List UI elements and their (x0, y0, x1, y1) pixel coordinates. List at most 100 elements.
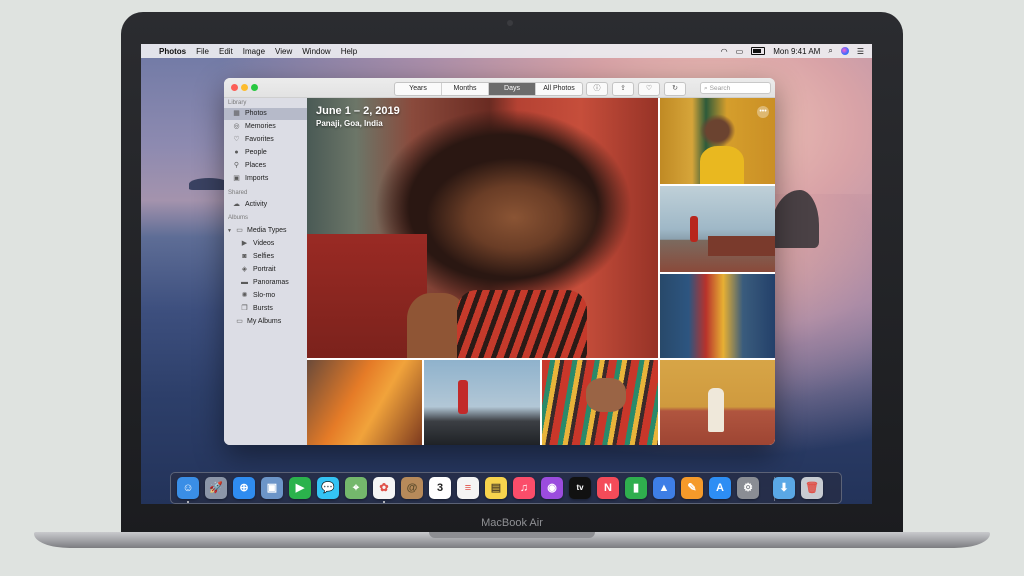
more-options-icon[interactable]: ••• (757, 106, 769, 118)
rotate-button[interactable]: ↻ (664, 82, 686, 96)
dock-calendar-icon[interactable]: 3 (429, 477, 451, 499)
notification-center-icon[interactable]: ☰ (857, 47, 864, 56)
dock-notes-icon[interactable]: ▤ (485, 477, 507, 499)
share-icon: ⇪ (620, 85, 626, 92)
wifi-icon[interactable]: ◠ (721, 47, 728, 56)
sidebar-item-memories[interactable]: ◎ Memories (224, 121, 307, 133)
photo-detail (690, 216, 698, 242)
sidebar-item-media-types[interactable]: ▼ ▭ Media Types (224, 225, 307, 237)
photos-window: Years Months Days All Photos ⓘ ⇪ ♡ ↻ ⌕ Se… (224, 78, 775, 445)
tab-months[interactable]: Months (442, 83, 489, 95)
dock-facetime-icon[interactable]: ▶ (289, 477, 311, 499)
close-window-button[interactable] (231, 84, 238, 91)
sidebar-item-label: Places (245, 162, 267, 169)
photo-thumbnail[interactable] (660, 360, 775, 445)
battery-icon[interactable] (751, 47, 766, 55)
dock-preview-icon[interactable]: ▣ (261, 477, 283, 499)
sidebar-item-people[interactable]: ● People (224, 147, 307, 159)
dock-system-preferences-icon[interactable]: ⚙ (737, 477, 759, 499)
sidebar-item-favorites[interactable]: ♡ Favorites (224, 134, 307, 146)
photo-detail (708, 236, 775, 256)
siri-icon[interactable] (840, 47, 849, 55)
menu-window[interactable]: Window (302, 47, 330, 56)
sidebar-item-label: Memories (245, 123, 276, 130)
camera-icon (507, 20, 513, 26)
menu-help[interactable]: Help (341, 47, 357, 56)
dock-numbers-icon[interactable]: ▮ (625, 477, 647, 499)
search-icon: ⌕ (704, 85, 708, 92)
dock-running-indicator (383, 501, 385, 503)
menu-image[interactable]: Image (243, 47, 265, 56)
zoom-window-button[interactable] (251, 84, 258, 91)
info-button[interactable]: ⓘ (586, 82, 608, 96)
sidebar-header-library: Library (228, 100, 247, 106)
favorite-button[interactable]: ♡ (638, 82, 660, 96)
device-label: MacBook Air (481, 517, 543, 529)
sidebar-item-label: Bursts (253, 305, 273, 312)
sidebar-item-videos[interactable]: ▶ Videos (224, 238, 307, 250)
share-button[interactable]: ⇪ (612, 82, 634, 96)
tab-years[interactable]: Years (395, 83, 442, 95)
sidebar-item-slo-mo[interactable]: ✺ Slo-mo (224, 290, 307, 302)
photo-thumbnail[interactable] (542, 360, 658, 445)
photo-thumbnail[interactable] (660, 186, 775, 272)
sidebar-item-label: Photos (245, 110, 267, 117)
photo-detail (457, 290, 587, 358)
photo-thumbnail[interactable] (307, 360, 422, 445)
search-placeholder: Search (709, 85, 731, 92)
minimize-window-button[interactable] (241, 84, 248, 91)
dock-maps-icon[interactable]: ⌖ (345, 477, 367, 499)
dock-downloads-icon[interactable]: ⬇ (773, 477, 795, 499)
search-field[interactable]: ⌕ Search (700, 82, 771, 94)
dock-reminders-icon[interactable]: ≡ (457, 477, 479, 499)
disclosure-triangle-icon[interactable]: ▼ (227, 225, 232, 237)
airplay-icon[interactable]: ▭ (736, 47, 744, 56)
sidebar-item-activity[interactable]: ☁ Activity (224, 199, 307, 211)
clock[interactable]: Mon 9:41 AM (773, 47, 820, 56)
photo-grid: June 1 – 2, 2019 Panaji, Goa, India ••• (307, 98, 775, 445)
heart-icon: ♡ (645, 85, 653, 92)
tab-all-photos[interactable]: All Photos (536, 83, 582, 95)
sidebar-item-my-albums[interactable]: ▭ My Albums (224, 316, 307, 328)
dock-running-indicator (187, 501, 189, 503)
sidebar-item-label: Imports (245, 175, 269, 182)
wallpaper-island-small (189, 178, 229, 190)
photo-thumbnail[interactable] (424, 360, 540, 445)
dock-pages-icon[interactable]: ✎ (681, 477, 703, 499)
sidebar-item-selfies[interactable]: ◙ Selfies (224, 251, 307, 263)
pin-icon: ⚲ (233, 162, 240, 169)
menu-view[interactable]: View (275, 47, 292, 56)
sidebar-item-portrait[interactable]: ◈ Portrait (224, 264, 307, 276)
dock-launchpad-icon[interactable]: 🚀 (205, 477, 227, 499)
sidebar-item-photos[interactable]: ▦ Photos (224, 108, 307, 120)
dock-safari-icon[interactable]: ⊕ (233, 477, 255, 499)
bursts-icon: ❐ (241, 305, 248, 312)
dock-contacts-icon[interactable]: @ (401, 477, 423, 499)
photo-thumbnail[interactable] (660, 274, 775, 358)
sidebar-item-panoramas[interactable]: ▬ Panoramas (224, 277, 307, 289)
dock-app-store-icon[interactable]: A (709, 477, 731, 499)
dock-keynote-icon[interactable]: ▲ (653, 477, 675, 499)
menu-app-name[interactable]: Photos (159, 47, 186, 56)
dock-news-icon[interactable]: N (597, 477, 619, 499)
view-segmented-control: Years Months Days All Photos (394, 82, 583, 96)
dock-music-icon[interactable]: ♫ (513, 477, 535, 499)
dock-messages-icon[interactable]: 💬 (317, 477, 339, 499)
dock-tv-icon[interactable]: tv (569, 477, 591, 499)
sidebar-item-label: Selfies (253, 253, 275, 260)
featured-photo[interactable]: June 1 – 2, 2019 Panaji, Goa, India (307, 98, 658, 358)
dock-photos-icon[interactable]: ✿ (373, 477, 395, 499)
sidebar-item-places[interactable]: ⚲ Places (224, 160, 307, 172)
sidebar-item-label: Activity (245, 201, 268, 208)
dock-trash-icon[interactable]: 🗑 (801, 477, 823, 499)
sidebar-item-imports[interactable]: ▣ Imports (224, 173, 307, 185)
spotlight-icon[interactable]: ⌕ (828, 46, 832, 56)
dock-podcasts-icon[interactable]: ◉ (541, 477, 563, 499)
sidebar-item-bursts[interactable]: ❐ Bursts (224, 303, 307, 315)
sidebar-item-label: People (245, 149, 267, 156)
photo-thumbnail[interactable]: ••• (660, 98, 775, 184)
menu-file[interactable]: File (196, 47, 209, 56)
menu-edit[interactable]: Edit (219, 47, 233, 56)
dock-finder-icon[interactable]: ☺ (177, 477, 199, 499)
tab-days[interactable]: Days (489, 83, 536, 95)
